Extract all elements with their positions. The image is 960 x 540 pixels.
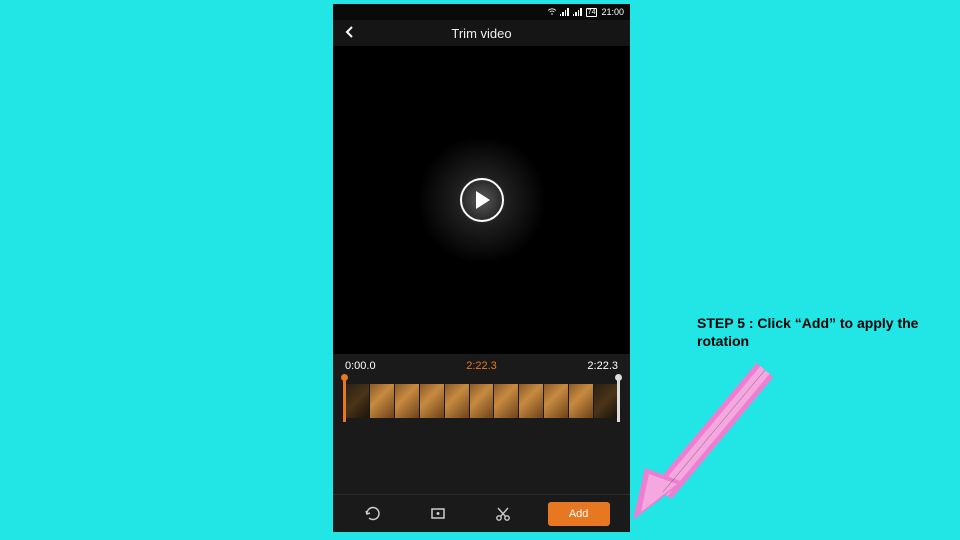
signal-icon-2 xyxy=(573,8,583,16)
rotate-button[interactable] xyxy=(353,500,393,528)
play-icon xyxy=(476,191,490,209)
timeline-track[interactable] xyxy=(345,384,618,418)
back-button[interactable] xyxy=(343,23,357,44)
scissors-icon xyxy=(493,504,513,524)
timeline-thumb xyxy=(470,384,494,418)
timeline-thumb xyxy=(519,384,543,418)
timeline-thumb xyxy=(494,384,518,418)
timeline-thumb xyxy=(594,384,618,418)
timeline[interactable] xyxy=(333,378,630,442)
chevron-left-icon xyxy=(343,25,357,39)
trim-handle-start[interactable] xyxy=(343,380,346,422)
page-title: Trim video xyxy=(451,26,511,41)
time-start: 0:00.0 xyxy=(345,360,376,372)
timeline-thumb xyxy=(420,384,444,418)
phone-frame: 74 21:00 Trim video 0:00.0 2:22.3 2:22.3 xyxy=(333,4,630,532)
rotate-icon xyxy=(363,504,383,524)
timeline-thumb xyxy=(345,384,369,418)
timeline-thumb xyxy=(395,384,419,418)
status-bar: 74 21:00 xyxy=(333,4,630,20)
bottom-toolbar: Add xyxy=(333,494,630,532)
instruction-text: STEP 5 : Click “Add” to apply the rotati… xyxy=(697,314,947,350)
time-row: 0:00.0 2:22.3 2:22.3 xyxy=(333,354,630,378)
time-end: 2:22.3 xyxy=(587,360,618,372)
timeline-thumb xyxy=(569,384,593,418)
crop-icon xyxy=(428,504,448,524)
cut-button[interactable] xyxy=(483,500,523,528)
battery-icon: 74 xyxy=(586,8,598,17)
video-preview[interactable] xyxy=(333,46,630,354)
add-button[interactable]: Add xyxy=(548,502,610,526)
app-header: Trim video xyxy=(333,20,630,46)
add-button-label: Add xyxy=(569,508,589,520)
crop-button[interactable] xyxy=(418,500,458,528)
timeline-thumb xyxy=(445,384,469,418)
time-current: 2:22.3 xyxy=(466,360,497,372)
status-icons: 74 xyxy=(547,8,598,17)
wifi-icon xyxy=(547,8,557,16)
status-clock: 21:00 xyxy=(601,7,624,17)
timeline-thumb xyxy=(544,384,568,418)
trim-handle-end[interactable] xyxy=(617,380,620,422)
spacer xyxy=(333,442,630,494)
timeline-thumb xyxy=(370,384,394,418)
arrow-annotation xyxy=(625,360,785,530)
play-button[interactable] xyxy=(460,178,504,222)
signal-icon xyxy=(560,8,570,16)
